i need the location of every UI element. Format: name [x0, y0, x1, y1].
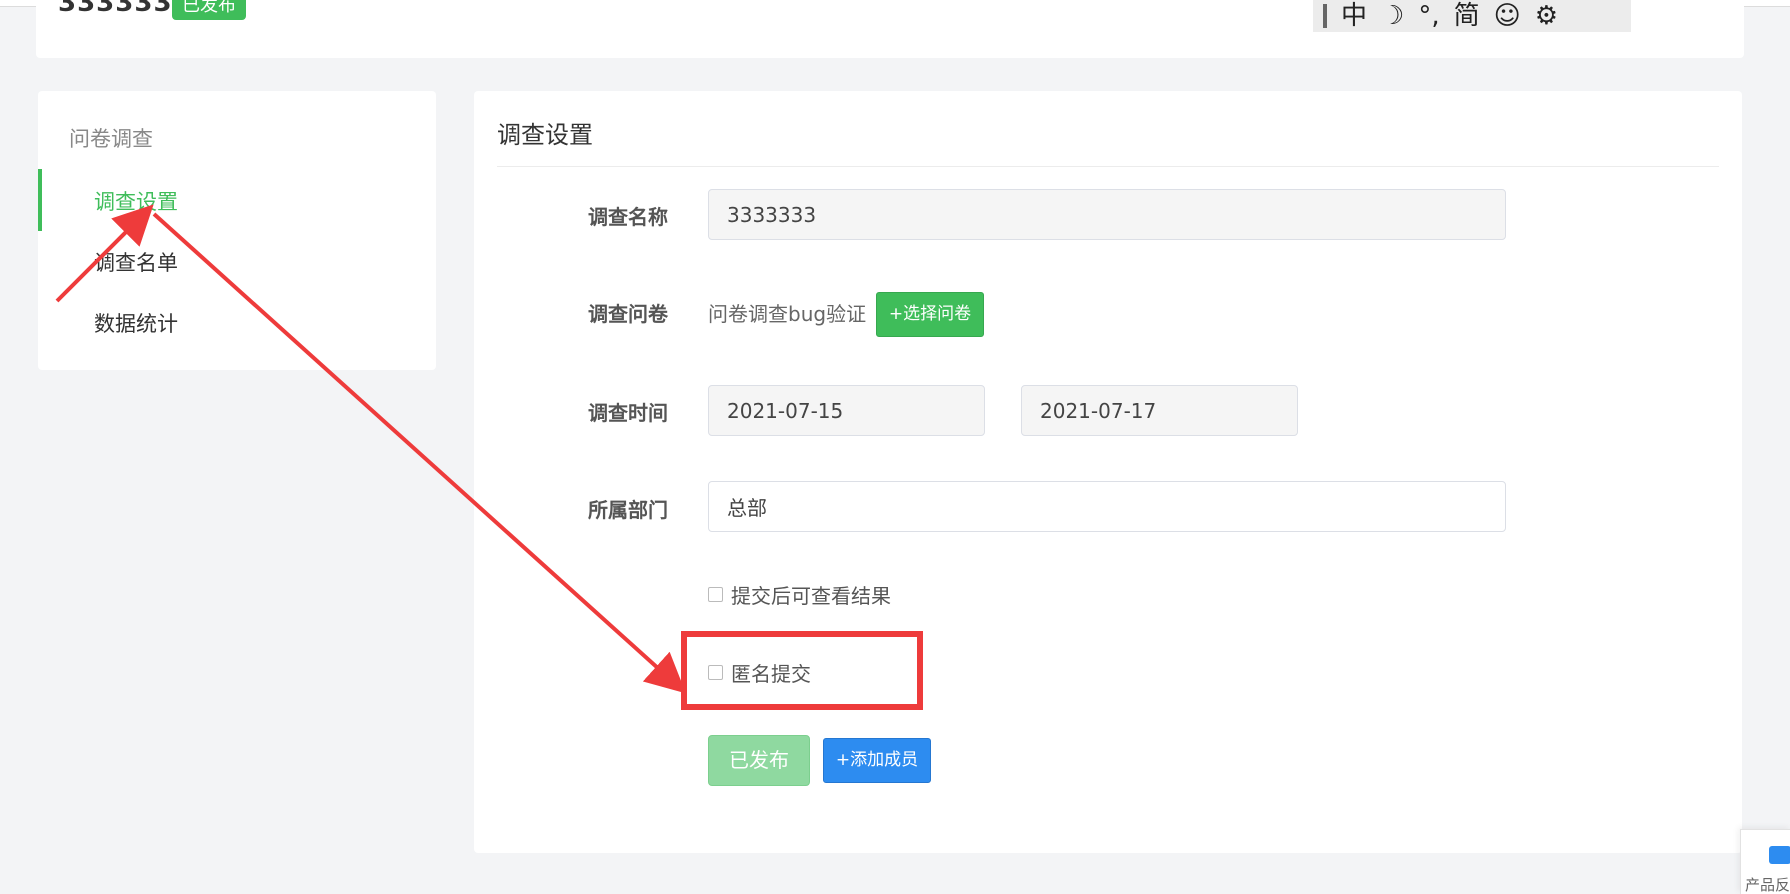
- feedback-message-icon: [1769, 846, 1790, 864]
- sidebar-menu: 问卷调查 调查设置 调查名单 数据统计: [38, 91, 436, 370]
- survey-name-label: 调查名称: [588, 205, 668, 229]
- view-result-option[interactable]: 提交后可查看结果: [708, 580, 891, 609]
- anonymous-checkbox[interactable]: [708, 665, 723, 680]
- ime-toolbar: 中 ☽ °, 简 ☺ ⚙: [1313, 0, 1631, 32]
- ime-emoji-icon[interactable]: ☺: [1494, 3, 1521, 29]
- department-input[interactable]: [708, 481, 1506, 532]
- sidebar-item-survey-list[interactable]: 调查名单: [94, 247, 178, 277]
- add-member-button[interactable]: +添加成员: [823, 738, 931, 783]
- end-date-input[interactable]: [1021, 385, 1298, 436]
- sidebar-item-survey-settings[interactable]: 调查设置: [94, 186, 178, 216]
- ime-simplified-icon[interactable]: 简: [1454, 3, 1480, 29]
- sidebar-active-indicator: [38, 169, 42, 231]
- panel-title: 调查设置: [497, 121, 593, 149]
- view-result-checkbox[interactable]: [708, 587, 723, 602]
- anonymous-option[interactable]: 匿名提交: [708, 658, 811, 687]
- questionnaire-name: 问卷调查bug验证: [708, 302, 867, 326]
- survey-name-input[interactable]: [708, 189, 1506, 240]
- select-questionnaire-button[interactable]: +选择问卷: [876, 292, 984, 337]
- department-label: 所属部门: [588, 498, 668, 522]
- anonymous-label: 匿名提交: [731, 662, 811, 686]
- sidebar-item-statistics[interactable]: 数据统计: [94, 308, 178, 338]
- ime-chinese-mode-icon[interactable]: 中: [1341, 3, 1367, 29]
- survey-time-label: 调查时间: [588, 401, 668, 425]
- sidebar-heading: 问卷调查: [69, 127, 153, 151]
- questionnaire-label: 调查问卷: [588, 302, 668, 326]
- status-badge: 已发布: [172, 0, 246, 20]
- ime-moon-icon[interactable]: ☽: [1381, 3, 1404, 29]
- panel-divider: [497, 166, 1719, 167]
- ime-settings-gear-icon[interactable]: ⚙: [1535, 3, 1558, 29]
- ime-punctuation-icon[interactable]: °,: [1418, 3, 1439, 29]
- feedback-widget[interactable]: 产品反馈: [1740, 829, 1790, 894]
- view-result-label: 提交后可查看结果: [731, 584, 891, 608]
- start-date-input[interactable]: [708, 385, 985, 436]
- published-button[interactable]: 已发布: [708, 735, 810, 786]
- settings-panel: 调查设置 调查名称 调查问卷 问卷调查bug验证 +选择问卷 调查时间 所属部门…: [474, 91, 1742, 853]
- feedback-label: 产品反馈: [1745, 876, 1790, 894]
- ime-drag-handle[interactable]: [1323, 4, 1327, 28]
